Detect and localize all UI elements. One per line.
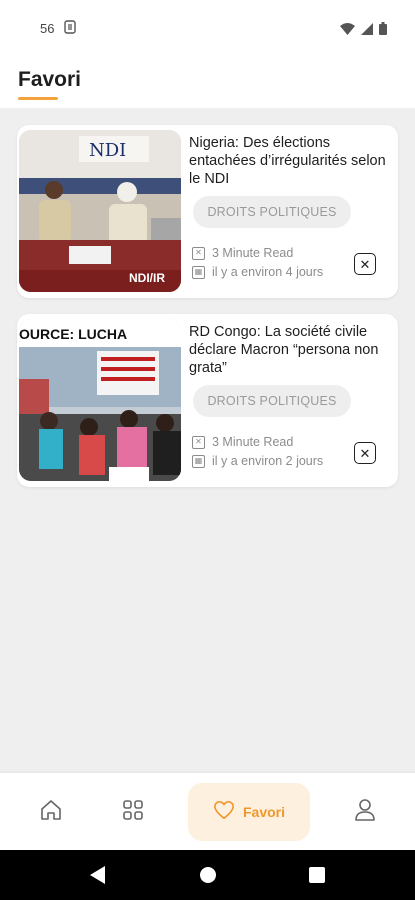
posted-row: ▦ il y a environ 4 jours	[192, 265, 323, 279]
remove-favorite-button[interactable]: ✕	[354, 253, 376, 275]
nav-categories[interactable]	[112, 783, 154, 841]
remove-favorite-button[interactable]: ✕	[354, 442, 376, 464]
favorite-card[interactable]: OURCE: LUCHA RD Congo: La société civile…	[17, 314, 398, 487]
nav-favori-label: Favori	[242, 804, 285, 820]
s-notification-icon	[64, 20, 77, 37]
favorite-card[interactable]: NDI NDI/IR Nigeria: Des élections entach…	[17, 125, 398, 298]
image-banner-text: NDI	[89, 140, 126, 161]
status-left: 56	[40, 20, 77, 37]
article-thumbnail[interactable]: NDI NDI/IR	[19, 130, 181, 292]
home-circle-icon[interactable]	[199, 866, 217, 889]
posted-date: il y a environ 4 jours	[212, 265, 324, 279]
user-icon	[354, 798, 376, 827]
article-title[interactable]: Nigeria: Des élections entachées d’irrég…	[189, 134, 395, 188]
page-header: Favori	[0, 58, 415, 108]
back-icon[interactable]	[90, 866, 106, 889]
calendar-icon: ▦	[192, 265, 205, 279]
close-icon: ✕	[359, 445, 371, 461]
system-nav-bar	[0, 850, 415, 900]
grid-icon	[121, 798, 145, 827]
nav-home[interactable]	[30, 783, 72, 841]
battery-icon	[379, 22, 387, 40]
clock-icon: ✕	[192, 246, 205, 260]
posted-row: ▦ il y a environ 2 jours	[192, 454, 323, 468]
heart-icon	[213, 800, 235, 825]
article-title[interactable]: RD Congo: La société civile déclare Macr…	[189, 323, 395, 377]
article-thumbnail[interactable]: OURCE: LUCHA	[19, 319, 181, 481]
category-tag[interactable]: DROITS POLITIQUES	[193, 196, 351, 228]
read-time: 3 Minute Read	[212, 435, 294, 449]
read-time-row: ✕ 3 Minute Read	[192, 435, 293, 449]
clock-icon: ✕	[192, 435, 205, 449]
image-overlay-text: OURCE: LUCHA	[19, 326, 127, 342]
nav-profile[interactable]	[344, 783, 386, 841]
status-right	[340, 22, 387, 40]
image-overlay-text: NDI/IR	[129, 271, 165, 285]
title-underline	[18, 97, 58, 100]
close-icon: ✕	[359, 256, 371, 272]
category-tag[interactable]: DROITS POLITIQUES	[193, 385, 351, 417]
recents-icon[interactable]	[309, 867, 325, 888]
wifi-icon	[340, 22, 355, 40]
status-bar: 56	[0, 0, 415, 58]
home-icon	[39, 798, 63, 827]
nav-favori[interactable]: Favori	[188, 783, 310, 841]
posted-date: il y a environ 2 jours	[212, 454, 324, 468]
status-time: 56	[40, 21, 55, 36]
page-title: Favori	[18, 68, 82, 91]
calendar-icon: ▦	[192, 454, 205, 468]
read-time: 3 Minute Read	[212, 246, 294, 260]
read-time-row: ✕ 3 Minute Read	[192, 246, 293, 260]
signal-icon	[361, 22, 373, 40]
bottom-nav: Favori	[0, 773, 415, 850]
